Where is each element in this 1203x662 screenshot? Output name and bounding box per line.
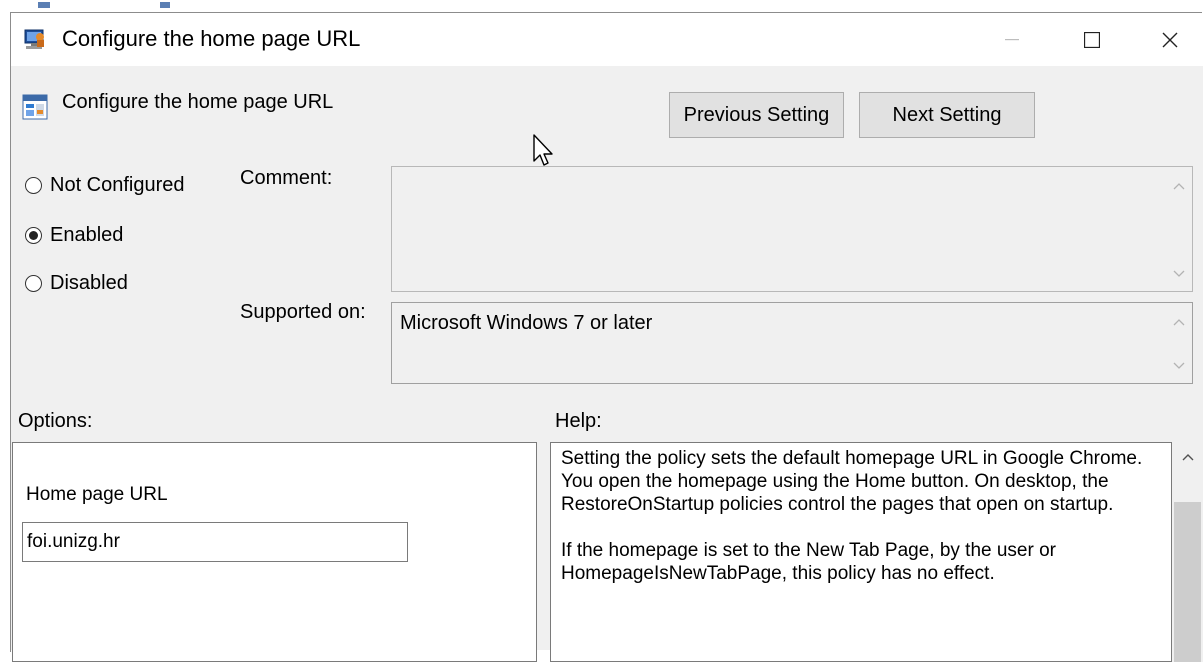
setting-name: Configure the home page URL (62, 91, 334, 113)
supported-on-label: Supported on: (240, 301, 366, 323)
scroll-down-icon[interactable] (1168, 263, 1190, 285)
radio-label: Enabled (50, 224, 124, 246)
previous-setting-button[interactable]: Previous Setting (669, 92, 844, 138)
radio-label: Not Configured (50, 174, 185, 196)
close-button[interactable] (1140, 13, 1200, 66)
help-label: Help: (555, 410, 602, 432)
radio-circle[interactable] (25, 177, 42, 194)
scroll-down-icon[interactable] (1168, 355, 1190, 377)
mouse-pointer-icon (532, 133, 556, 169)
window-title: Configure the home page URL (62, 26, 361, 51)
home-page-url-label: Home page URL (26, 484, 168, 505)
scrollbar-thumb[interactable] (1174, 502, 1201, 662)
radio-circle[interactable] (25, 275, 42, 292)
next-setting-button[interactable]: Next Setting (859, 92, 1035, 138)
desktop-fragment (38, 2, 50, 8)
comment-textbox[interactable] (391, 166, 1193, 292)
desktop-fragment (160, 2, 170, 8)
radio-label: Disabled (50, 272, 128, 294)
scroll-up-icon[interactable] (1168, 311, 1190, 333)
radio-not-configured[interactable]: Not Configured (25, 174, 185, 197)
scroll-up-icon[interactable] (1168, 175, 1190, 197)
supported-on-value: Microsoft Windows 7 or later (400, 312, 653, 334)
help-paragraph: Setting the policy sets the default home… (561, 448, 1143, 515)
radio-enabled[interactable]: Enabled (25, 224, 123, 247)
group-policy-icon (22, 28, 48, 52)
radio-circle-selected[interactable] (25, 227, 42, 244)
help-text: Setting the policy sets the default home… (561, 447, 1151, 608)
maximize-button[interactable] (1062, 13, 1122, 66)
policy-setting-icon (22, 94, 48, 120)
comment-label: Comment: (240, 167, 333, 189)
scroll-up-icon[interactable] (1172, 442, 1203, 472)
home-page-url-input[interactable] (22, 522, 408, 562)
help-scrollbar[interactable] (1172, 442, 1203, 662)
desktop-strip (0, 0, 1203, 12)
help-paragraph: If the homepage is set to the New Tab Pa… (561, 540, 1057, 584)
minimize-button[interactable] (982, 13, 1042, 66)
options-label: Options: (18, 410, 93, 432)
radio-disabled[interactable]: Disabled (25, 272, 128, 295)
